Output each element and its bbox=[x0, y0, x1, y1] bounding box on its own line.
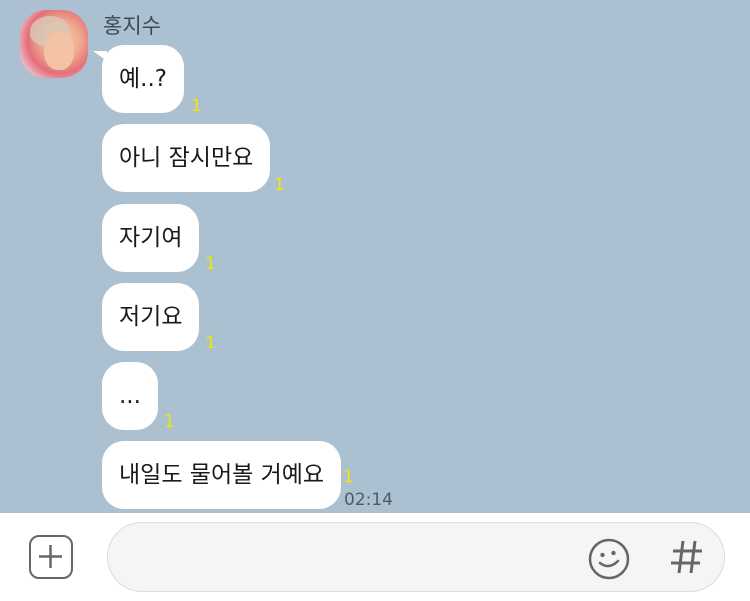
input-bar bbox=[0, 513, 750, 601]
unread-count: 1 bbox=[164, 412, 175, 432]
plus-glyph bbox=[39, 545, 62, 568]
chat-screen: 홍지수 예..? 1 아니 잠시만요 1 자기여 1 저기요 1 ... 1 내… bbox=[0, 0, 750, 601]
avatar-face bbox=[44, 32, 74, 70]
sender-avatar[interactable] bbox=[20, 10, 88, 78]
message-bubble[interactable]: 저기요 bbox=[102, 283, 200, 351]
message-bubble[interactable]: ... bbox=[102, 362, 158, 430]
unread-count: 1 bbox=[274, 175, 285, 195]
chat-message-area[interactable]: 홍지수 예..? 1 아니 잠시만요 1 자기여 1 저기요 1 ... 1 내… bbox=[0, 0, 750, 513]
message-bubble[interactable]: 아니 잠시만요 bbox=[102, 124, 271, 192]
hashtag-icon[interactable] bbox=[665, 535, 709, 579]
message-bubble[interactable]: 예..? bbox=[93, 45, 184, 113]
unread-count: 1 bbox=[205, 254, 216, 274]
message-timestamp: 02:14 bbox=[344, 490, 393, 510]
smiley-icon[interactable] bbox=[587, 537, 631, 581]
message-input[interactable] bbox=[132, 523, 576, 592]
unread-count: 1 bbox=[343, 467, 354, 487]
unread-count: 1 bbox=[205, 333, 216, 353]
unread-count: 1 bbox=[191, 96, 202, 116]
message-bubble[interactable]: 내일도 물어볼 거예요 bbox=[102, 441, 342, 509]
sender-name: 홍지수 bbox=[103, 14, 161, 38]
message-bubble[interactable]: 자기여 bbox=[102, 204, 200, 272]
message-field[interactable] bbox=[107, 522, 725, 592]
plus-square-icon[interactable] bbox=[29, 535, 73, 579]
